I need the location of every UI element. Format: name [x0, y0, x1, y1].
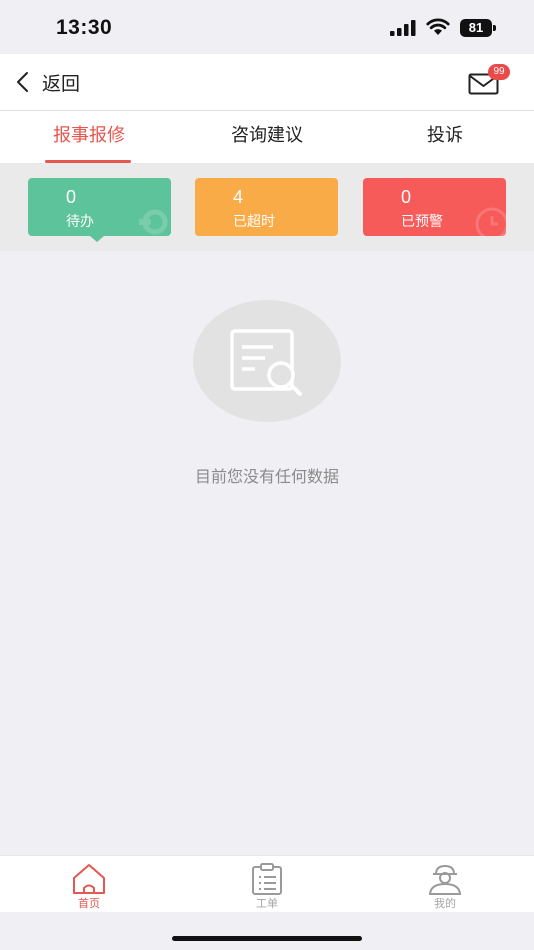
category-tabs: 报事报修 咨询建议 投诉: [0, 111, 534, 163]
signal-icon: [390, 20, 416, 36]
stat-label: 已超时: [233, 214, 275, 230]
worker-profile-icon: [428, 864, 462, 895]
tab-complaint[interactable]: 投诉: [356, 111, 534, 163]
tab-repair[interactable]: 报事报修: [0, 111, 178, 163]
home-indicator-area: [0, 912, 534, 950]
back-label: 返回: [42, 72, 81, 95]
app-screen: 13:30 81 返回 99 报事报修 咨询建议 投诉 0 待办 4 已超时 0…: [0, 0, 534, 950]
bottom-tab-profile[interactable]: 我的: [356, 856, 534, 912]
chevron-left-icon: [17, 72, 28, 92]
battery-cap: [493, 25, 496, 31]
stats-row: 0 待办 4 已超时 0 已预警: [0, 163, 534, 251]
empty-message: 目前您没有任何数据: [194, 467, 339, 486]
bottom-tab-home[interactable]: 首页: [0, 856, 178, 912]
status-time: 13:30: [56, 16, 113, 39]
nav-bar: 返回 99: [0, 54, 534, 111]
stat-value: 0: [401, 187, 412, 207]
battery-icon: 81: [460, 19, 492, 37]
home-indicator[interactable]: [172, 936, 362, 941]
status-bar: 13:30 81: [0, 0, 534, 54]
tab-consult-label: 咨询建议: [231, 125, 303, 146]
tab-repair-label: 报事报修: [53, 125, 125, 146]
active-card-pointer: [90, 236, 104, 242]
stat-card-overdue[interactable]: 4 已超时: [195, 178, 338, 236]
home-icon: [73, 864, 105, 894]
bottom-tab-profile-label: 我的: [434, 897, 456, 910]
messages-button[interactable]: 99: [468, 64, 512, 100]
stat-label: 待办: [66, 214, 94, 230]
stat-value: 4: [233, 187, 244, 207]
unread-badge: 99: [488, 64, 510, 80]
tab-consult[interactable]: 咨询建议: [178, 111, 356, 163]
bottom-tab-orders[interactable]: 工单: [178, 856, 356, 912]
bottom-tab-orders-label: 工单: [256, 897, 278, 910]
bottom-tab-bar: 首页 工单 我的: [0, 855, 534, 912]
stat-card-warning[interactable]: 0 已预警: [363, 178, 506, 236]
stat-card-pending[interactable]: 0 待办: [28, 178, 171, 236]
tab-complaint-label: 投诉: [427, 125, 463, 146]
bottom-tab-home-label: 首页: [78, 897, 100, 910]
stat-label: 已预警: [401, 214, 443, 230]
back-button[interactable]: 返回: [14, 64, 80, 100]
stat-value: 0: [66, 187, 77, 207]
wifi-icon: [426, 18, 450, 35]
clipboard-icon: [252, 863, 282, 895]
document-search-icon: [230, 329, 302, 396]
clock-icon: [475, 207, 506, 236]
empty-illustration: [193, 300, 341, 422]
wrench-icon: [139, 209, 168, 235]
